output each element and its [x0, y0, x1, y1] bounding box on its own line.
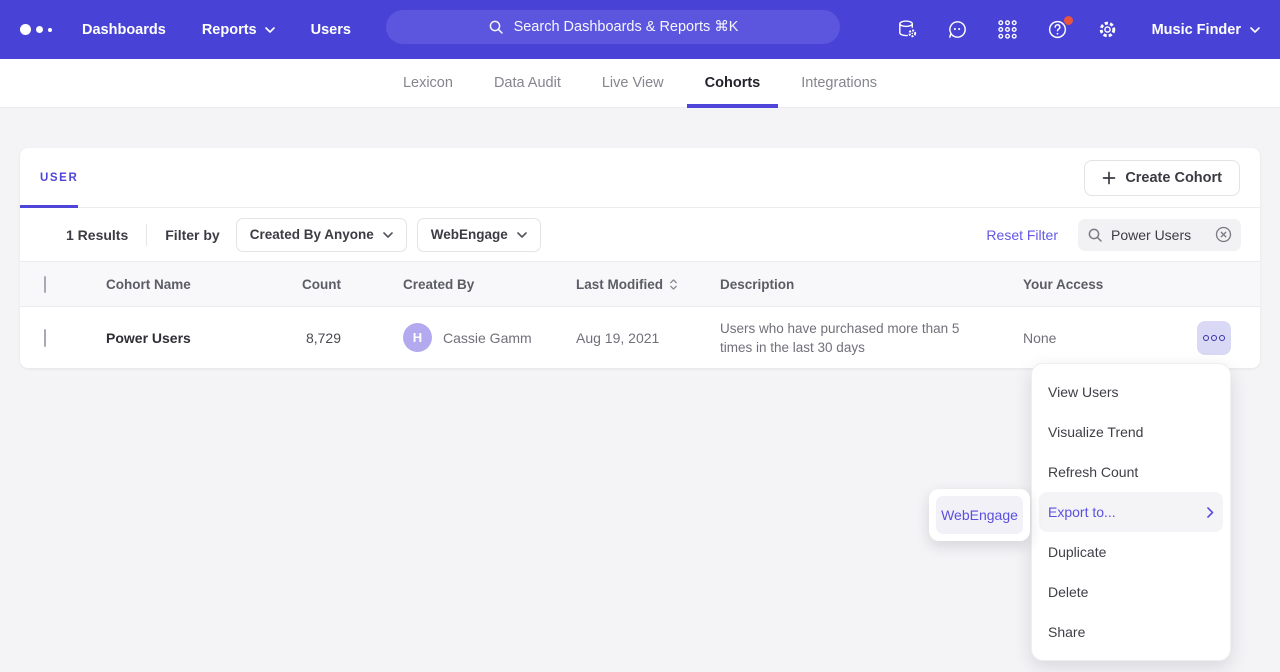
integration-filter-dropdown[interactable]: WebEngage	[417, 218, 541, 252]
chevron-down-icon	[1250, 27, 1260, 33]
tab-live-view[interactable]: Live View	[602, 59, 664, 108]
table-header-row: Cohort Name Count Created By Last Modifi…	[20, 262, 1260, 307]
global-search-placeholder: Search Dashboards & Reports ⌘K	[514, 19, 739, 35]
reset-filter-link[interactable]: Reset Filter	[986, 227, 1058, 243]
global-search-input[interactable]: Search Dashboards & Reports ⌘K	[386, 10, 840, 44]
chevron-down-icon	[383, 232, 393, 238]
filter-bar: 1 Results Filter by Created By Anyone We…	[20, 208, 1260, 262]
nav-link-label: Reports	[202, 22, 257, 38]
menu-item-delete[interactable]: Delete	[1032, 572, 1230, 612]
menu-item-view-users[interactable]: View Users	[1032, 372, 1230, 412]
card-header: USER Create Cohort	[20, 148, 1260, 208]
access-value: None	[1023, 330, 1056, 346]
col-header-description: Description	[720, 277, 1003, 292]
data-management-icon[interactable]	[896, 18, 920, 42]
avatar: H	[403, 323, 432, 352]
cohort-search-input[interactable]	[1111, 227, 1207, 243]
menu-item-refresh-count[interactable]: Refresh Count	[1032, 452, 1230, 492]
divider	[146, 224, 147, 246]
search-icon	[488, 19, 504, 35]
last-modified-date: Aug 19, 2021	[576, 330, 720, 346]
col-header-access: Your Access	[1003, 277, 1260, 292]
select-all-checkbox[interactable]	[44, 276, 46, 293]
create-cohort-label: Create Cohort	[1125, 170, 1222, 186]
menu-item-share[interactable]: Share	[1032, 612, 1230, 652]
project-name: Music Finder	[1152, 22, 1241, 38]
cohort-count: 8,729	[281, 330, 403, 346]
table-row[interactable]: Power Users 8,729 H Cassie Gamm Aug 19, …	[20, 307, 1260, 368]
row-actions-button[interactable]	[1197, 321, 1231, 355]
chevron-right-icon	[1207, 507, 1214, 518]
help-icon[interactable]	[1046, 18, 1070, 42]
search-icon	[1087, 227, 1103, 243]
col-header-last-modified: Last Modified	[576, 277, 663, 292]
row-actions-menu: View Users Visualize Trend Refresh Count…	[1031, 363, 1231, 661]
apps-grid-icon[interactable]	[996, 18, 1020, 42]
col-header-created-by: Created By	[403, 277, 576, 292]
cohort-description: Users who have purchased more than 5 tim…	[720, 319, 1003, 357]
export-submenu: WebEngage	[929, 489, 1030, 541]
more-options-icon	[1203, 335, 1209, 341]
top-nav: Dashboards Reports Users Search Dashboar…	[0, 0, 1280, 59]
sort-icon[interactable]	[669, 278, 678, 291]
clear-search-icon[interactable]	[1215, 226, 1232, 243]
col-header-count: Count	[281, 277, 403, 292]
cohort-search	[1078, 219, 1241, 251]
nav-link-label: Users	[311, 22, 351, 38]
settings-icon[interactable]	[1096, 18, 1120, 42]
tab-cohorts[interactable]: Cohorts	[705, 59, 761, 108]
chevron-down-icon	[265, 27, 275, 33]
project-switcher[interactable]: Music Finder	[1152, 22, 1260, 38]
created-by-name: Cassie Gamm	[443, 330, 532, 346]
plus-icon	[1102, 171, 1116, 185]
tab-user-cohorts[interactable]: USER	[40, 172, 78, 184]
tab-data-audit[interactable]: Data Audit	[494, 59, 561, 108]
menu-item-export-to[interactable]: Export to...	[1039, 492, 1223, 532]
cohort-name: Power Users	[106, 330, 281, 346]
menu-item-visualize-trend[interactable]: Visualize Trend	[1032, 412, 1230, 452]
active-tab-underline	[20, 205, 78, 208]
submenu-item-webengage[interactable]: WebEngage	[936, 496, 1023, 534]
create-cohort-button[interactable]: Create Cohort	[1084, 160, 1240, 196]
cohorts-card: USER Create Cohort 1 Results Filter by C…	[20, 148, 1260, 368]
col-header-name: Cohort Name	[106, 277, 281, 292]
tab-lexicon[interactable]: Lexicon	[403, 59, 453, 108]
nav-link-label: Dashboards	[82, 22, 166, 38]
results-count: 1 Results	[66, 227, 128, 243]
menu-item-label: Export to...	[1048, 504, 1116, 520]
mixpanel-logo-icon[interactable]	[20, 24, 52, 35]
nav-link-dashboards[interactable]: Dashboards	[82, 22, 166, 38]
integration-filter-value: WebEngage	[431, 227, 508, 242]
menu-item-duplicate[interactable]: Duplicate	[1032, 532, 1230, 572]
nav-link-users[interactable]: Users	[311, 22, 351, 38]
nav-link-reports[interactable]: Reports	[202, 22, 275, 38]
tab-integrations[interactable]: Integrations	[801, 59, 877, 108]
created-by-filter-value: Created By Anyone	[250, 227, 374, 242]
notification-dot	[1064, 16, 1073, 25]
section-tabs: Lexicon Data Audit Live View Cohorts Int…	[0, 59, 1280, 108]
filter-by-label: Filter by	[165, 227, 219, 243]
created-by-filter-dropdown[interactable]: Created By Anyone	[236, 218, 407, 252]
row-checkbox[interactable]	[44, 329, 46, 347]
messages-icon[interactable]	[946, 18, 970, 42]
chevron-down-icon	[517, 232, 527, 238]
